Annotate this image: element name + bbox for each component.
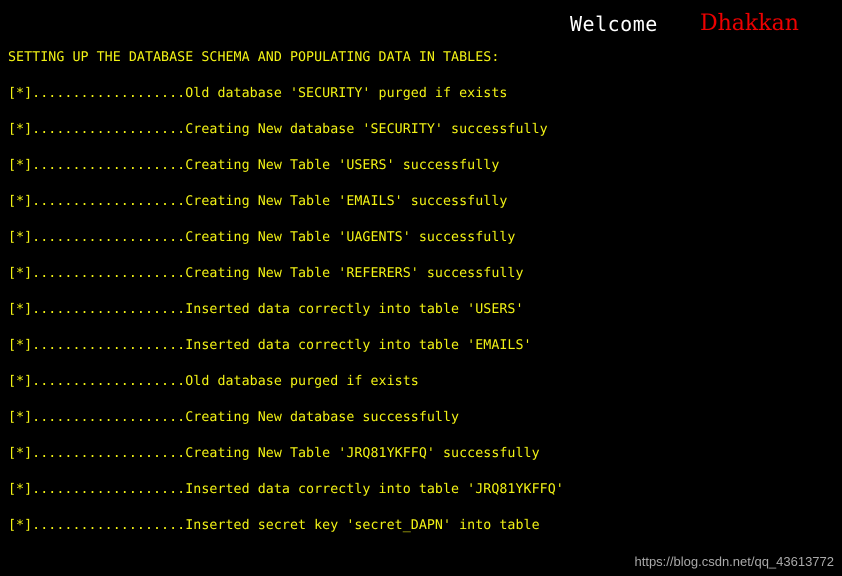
terminal-screen: Welcome Dhakkan SETTING UP THE DATABASE … <box>0 0 842 576</box>
log-line: [*]...................Creating New datab… <box>8 410 459 426</box>
log-line-prefix: [*]................... <box>8 410 186 425</box>
log-line-message: Inserted secret key 'secret_DAPN' into t… <box>185 518 540 533</box>
log-line-message: Creating New database successfully <box>185 410 460 425</box>
log-line-prefix: [*]................... <box>8 374 186 389</box>
log-line-message: Inserted data correctly into table 'EMAI… <box>185 338 532 353</box>
log-line: [*]...................Creating New Table… <box>8 266 524 282</box>
log-line: [*]...................Inserted data corr… <box>8 482 564 498</box>
log-line: [*]...................Creating New Table… <box>8 194 507 210</box>
log-line: [*]...................Creating New Table… <box>8 446 540 462</box>
log-line-message: Creating New Table 'REFERERS' successful… <box>185 266 524 281</box>
log-line-prefix: [*]................... <box>8 86 186 101</box>
log-line: [*]...................Inserted data corr… <box>8 302 524 318</box>
log-line: [*]...................Old database 'SECU… <box>8 86 507 102</box>
log-line: [*]...................Creating New Table… <box>8 230 516 246</box>
log-line-message: Creating New database 'SECURITY' success… <box>185 122 548 137</box>
log-line-message: Old database purged if exists <box>185 374 419 389</box>
log-line-prefix: [*]................... <box>8 518 186 533</box>
log-line-prefix: [*]................... <box>8 266 186 281</box>
log-line-message: Inserted data correctly into table 'USER… <box>185 302 524 317</box>
log-line-message: Creating New Table 'UAGENTS' successfull… <box>185 230 516 245</box>
log-line-prefix: [*]................... <box>8 122 186 137</box>
log-line: [*]...................Old database purge… <box>8 374 419 390</box>
log-line-prefix: [*]................... <box>8 338 186 353</box>
log-line-message: Inserted data correctly into table 'JRQ8… <box>185 482 564 497</box>
log-line-message: Creating New Table 'JRQ81YKFFQ' successf… <box>185 446 540 461</box>
log-line: [*]...................Creating New datab… <box>8 122 548 138</box>
log-line-message: Old database 'SECURITY' purged if exists <box>185 86 508 101</box>
log-line: [*]...................Inserted secret ke… <box>8 518 540 534</box>
log-line-prefix: [*]................... <box>8 158 186 173</box>
log-line-message: Creating New Table 'USERS' successfully <box>185 158 500 173</box>
log-line-prefix: [*]................... <box>8 194 186 209</box>
brand-label: Dhakkan <box>700 11 799 36</box>
log-line-prefix: [*]................... <box>8 230 186 245</box>
page-header: Welcome Dhakkan <box>0 0 842 48</box>
log-line-prefix: [*]................... <box>8 482 186 497</box>
log-line-prefix: [*]................... <box>8 302 186 317</box>
log-line-prefix: [*]................... <box>8 446 186 461</box>
welcome-label: Welcome <box>570 12 658 36</box>
terminal-output: SETTING UP THE DATABASE SCHEMA AND POPUL… <box>0 44 842 564</box>
watermark-url: https://blog.csdn.net/qq_43613772 <box>634 554 835 569</box>
log-line: [*]...................Inserted data corr… <box>8 338 532 354</box>
log-line-message: Creating New Table 'EMAILS' successfully <box>185 194 508 209</box>
log-line: [*]...................Creating New Table… <box>8 158 499 174</box>
setup-heading: SETTING UP THE DATABASE SCHEMA AND POPUL… <box>8 50 500 65</box>
